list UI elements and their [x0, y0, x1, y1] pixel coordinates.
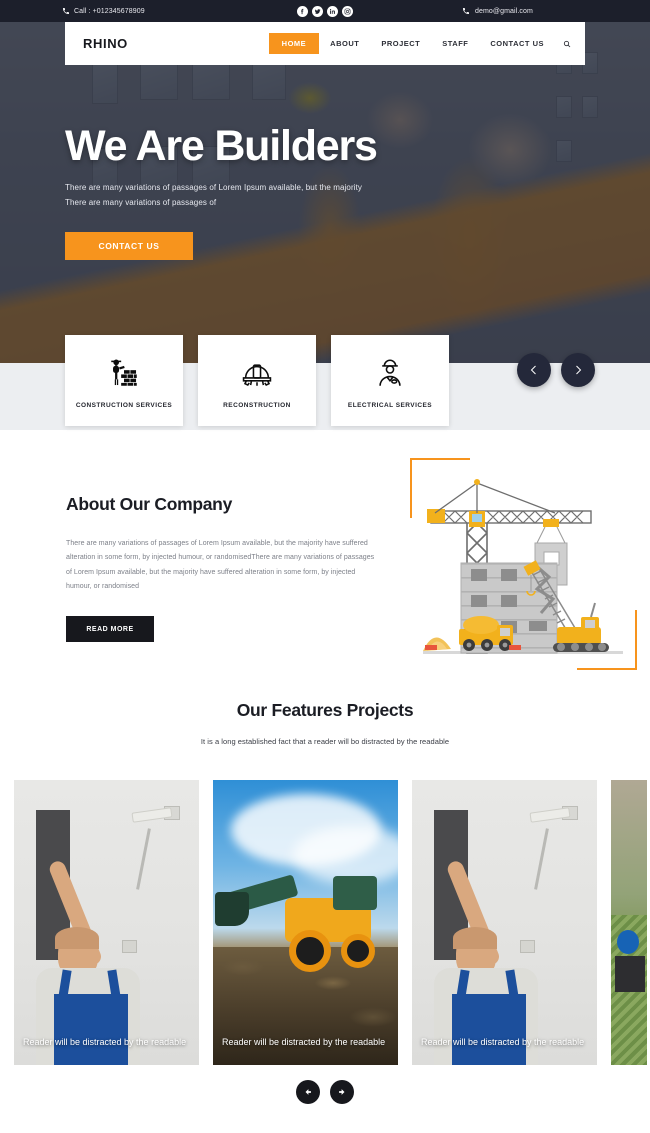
service-card-label: CONSTRUCTION SERVICES	[75, 401, 173, 409]
project-card-caption: Reader will be distracted by the readabl…	[421, 1036, 585, 1047]
service-card-label: RECONSTRUCTION	[223, 401, 291, 409]
chevron-right-icon	[576, 365, 582, 375]
hero-contact-us-button[interactable]: CONTACT US	[65, 232, 193, 261]
search-icon[interactable]	[555, 40, 585, 48]
nav-item-home[interactable]: HOME	[268, 33, 320, 54]
arrow-right-icon	[339, 1089, 345, 1095]
top-bar-phone-text: Call : +012345678909	[74, 7, 145, 15]
project-card-caption: Reader will be distracted by the readabl…	[222, 1036, 386, 1047]
features-title: Our Features Projects	[236, 700, 414, 720]
facebook-icon[interactable]	[297, 5, 308, 17]
main-navbar: RHINO HOME ABOUT PROJECT STAFF CONTACT U…	[65, 22, 585, 65]
top-bar-phone[interactable]: Call : +012345678909	[62, 7, 145, 15]
projects-carousel-controls	[0, 1080, 650, 1104]
excavator-sky-photo	[213, 780, 398, 1065]
worker-bricks-icon	[107, 353, 141, 393]
page-root: We Are Builders There are many variation…	[0, 0, 650, 1133]
top-bar: Call : +012345678909 demo@gmail.com	[0, 0, 650, 22]
about-section: About Our Company There are many variati…	[0, 458, 650, 695]
service-card-label: ELECTRICAL SERVICES	[347, 401, 433, 409]
top-bar-email[interactable]: demo@gmail.com	[462, 7, 533, 15]
construction-site-illustration	[405, 455, 640, 675]
top-bar-email-text: demo@gmail.com	[475, 7, 533, 15]
arrow-left-icon	[305, 1089, 311, 1095]
project-card[interactable]: Reader will be distracted by the readabl…	[14, 780, 199, 1065]
hero-title: We Are Builders	[65, 122, 378, 170]
about-title: About Our Company	[66, 494, 233, 514]
hero-prev-button[interactable]	[517, 353, 551, 387]
nav-item-project[interactable]: PROJECT	[370, 40, 431, 48]
worker-portrait-icon	[373, 353, 407, 393]
social-links	[297, 5, 353, 17]
phone-icon	[62, 7, 70, 15]
project-card[interactable]: Reader will be distracted by the readabl…	[213, 780, 398, 1065]
hero-subtitle-line-2: There are many variations of passages of	[65, 197, 217, 207]
chevron-left-icon	[530, 365, 536, 375]
service-card-electrical[interactable]: ELECTRICAL SERVICES	[331, 335, 449, 426]
cityscape-photo	[611, 780, 647, 1065]
features-section: Our Features Projects It is a long estab…	[0, 700, 650, 746]
project-card[interactable]: Reader will be distracted by the readabl…	[412, 780, 597, 1065]
hero-carousel-controls	[517, 353, 595, 387]
project-card-caption: Reader will be distracted by the readabl…	[23, 1036, 187, 1047]
nav-item-staff[interactable]: STAFF	[431, 40, 479, 48]
painter-roller-photo	[412, 780, 597, 1065]
site-logo[interactable]: RHINO	[83, 36, 128, 51]
nav-item-about[interactable]: ABOUT	[319, 40, 370, 48]
service-card-reconstruction[interactable]: RECONSTRUCTION	[198, 335, 316, 426]
features-subtitle: It is a long established fact that a rea…	[200, 737, 450, 746]
painter-roller-photo	[14, 780, 199, 1065]
instagram-icon[interactable]	[342, 5, 353, 17]
service-card-construction[interactable]: CONSTRUCTION SERVICES	[65, 335, 183, 426]
twitter-icon[interactable]	[312, 5, 323, 17]
linkedin-icon[interactable]	[327, 5, 338, 17]
phone-icon	[462, 7, 470, 15]
about-body-text: There are many variations of passages of…	[66, 540, 375, 591]
nav-links: HOME ABOUT PROJECT STAFF CONTACT US	[268, 22, 585, 65]
read-more-button[interactable]: READ MORE	[66, 616, 154, 643]
project-card[interactable]	[611, 780, 647, 1065]
nav-item-contact-us[interactable]: CONTACT US	[479, 40, 555, 48]
projects-prev-button[interactable]	[296, 1080, 320, 1104]
about-text-column: About Our Company There are many variati…	[66, 494, 376, 643]
hero-next-button[interactable]	[561, 353, 595, 387]
hero-subtitle-line-1: There are many variations of passages of…	[65, 182, 363, 192]
project-cards: Reader will be distracted by the readabl…	[0, 780, 650, 1065]
projects-next-button[interactable]	[330, 1080, 354, 1104]
hero-subtitle: There are many variations of passages of…	[65, 181, 485, 211]
helmet-gear-icon	[240, 353, 274, 393]
hero-content: We Are Builders There are many variation…	[65, 122, 485, 261]
